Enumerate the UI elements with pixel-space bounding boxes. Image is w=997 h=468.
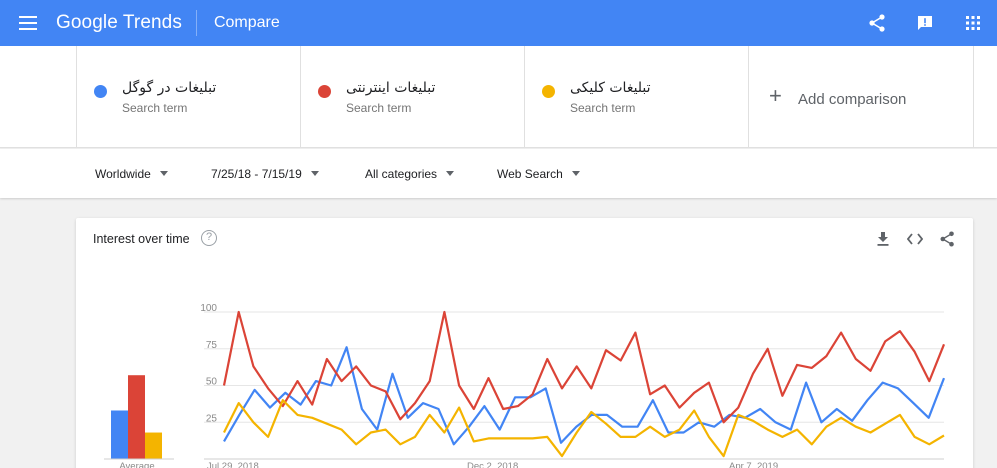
x-tick-label: Apr 7, 2019 (729, 461, 778, 468)
interest-over-time-card: Interest over time ? 255075100Jul 29 (76, 218, 973, 468)
app-bar: Google Trends Compare (0, 0, 997, 46)
region-filter-label: Worldwide (95, 166, 151, 181)
filter-bar: Worldwide 7/25/18 - 7/15/19 All categori… (0, 149, 997, 198)
apps-icon (966, 16, 980, 30)
term-type: Search term (570, 101, 636, 115)
y-tick-label: 75 (206, 340, 218, 351)
apps-button[interactable] (949, 0, 997, 46)
feedback-button[interactable] (901, 0, 949, 46)
search-term-1[interactable]: تبلیغات در گوگل Search term (76, 46, 300, 148)
logo-trends: Trends (122, 12, 182, 33)
term-color-dot (94, 85, 107, 98)
caret-down-icon (310, 171, 319, 176)
category-filter[interactable]: All categories (365, 149, 455, 198)
term-name: تبلیغات کلیکی (570, 80, 651, 96)
series-line (222, 310, 946, 424)
menu-button[interactable] (0, 0, 56, 46)
search-term-2[interactable]: تبلیغات اینترنتی Search term (300, 46, 524, 148)
caret-down-icon (446, 171, 455, 176)
date-range-filter[interactable]: 7/25/18 - 7/15/19 (211, 149, 319, 198)
term-name: تبلیغات در گوگل (122, 80, 217, 96)
term-type: Search term (346, 101, 412, 115)
page-title: Compare (213, 14, 280, 31)
x-tick-label: Dec 2, 2018 (467, 461, 518, 468)
term-color-dot (318, 85, 331, 98)
x-tick-label: Jul 29, 2018 (207, 461, 259, 468)
caret-down-icon (159, 171, 168, 176)
app-bar-actions (853, 0, 997, 46)
comparison-terms: تبلیغات در گوگل Search term تبلیغات اینت… (0, 46, 997, 148)
search-type-filter-label: Web Search (497, 166, 563, 181)
y-tick-label: 50 (206, 377, 218, 388)
share-icon (869, 14, 885, 32)
caret-down-icon (571, 171, 580, 176)
header-divider (195, 10, 197, 36)
add-comparison-label: Add comparison (798, 91, 907, 108)
average-bar (145, 432, 162, 459)
y-tick-label: 100 (200, 303, 217, 314)
search-term-3[interactable]: تبلیغات کلیکی Search term (524, 46, 748, 148)
interest-over-time-chart: 25 50 75 100 Jul 29, 2018 Dec 2, 2018 Apr 7, 2… (104, 303, 946, 468)
average-bar (128, 375, 145, 459)
share-button[interactable] (853, 0, 901, 46)
menu-icon (19, 16, 37, 30)
plus-icon: + (769, 83, 782, 108)
average-label: Average (119, 461, 154, 468)
term-name: تبلیغات اینترنتی (346, 80, 436, 96)
feedback-icon (918, 16, 932, 30)
term-type: Search term (122, 101, 188, 115)
add-comparison-button[interactable]: + Add comparison (748, 46, 974, 148)
google-trends-logo[interactable]: Google Trends (56, 12, 196, 34)
series-line (223, 346, 946, 446)
term-color-dot (542, 85, 555, 98)
region-filter[interactable]: Worldwide (95, 149, 168, 198)
average-bar (111, 410, 128, 459)
y-tick-label: 25 (206, 413, 218, 424)
logo-google: Google (56, 12, 118, 33)
date-range-filter-label: 7/25/18 - 7/15/19 (211, 166, 302, 181)
category-filter-label: All categories (365, 166, 438, 181)
search-type-filter[interactable]: Web Search (497, 149, 580, 198)
